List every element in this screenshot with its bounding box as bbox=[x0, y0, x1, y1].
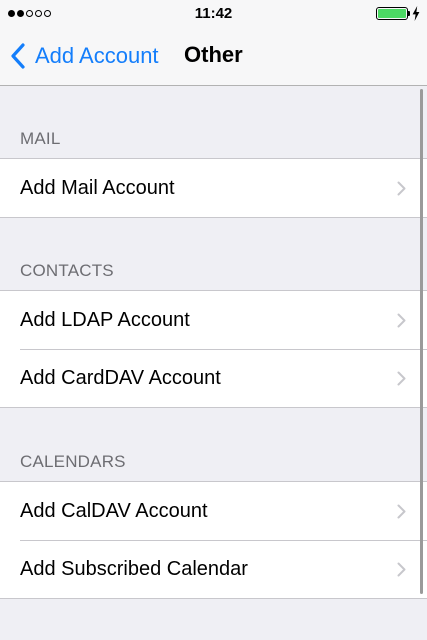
status-time: 11:42 bbox=[194, 5, 233, 22]
chevron-right-icon bbox=[397, 504, 406, 519]
chevron-right-icon bbox=[397, 562, 406, 577]
add-caldav-account-row[interactable]: Add CalDAV Account bbox=[0, 482, 427, 540]
top-bar: 11:42 Add Account Other bbox=[0, 0, 427, 86]
page-title: Other bbox=[184, 42, 243, 67]
chevron-right-icon bbox=[397, 181, 406, 196]
chevron-right-icon bbox=[397, 371, 406, 386]
section-header-mail: MAIL bbox=[20, 129, 61, 148]
chevron-left-icon bbox=[11, 43, 25, 69]
section-header-contacts: CONTACTS bbox=[20, 261, 114, 280]
add-carddav-account-row[interactable]: Add CardDAV Account bbox=[0, 349, 427, 407]
add-mail-account-row[interactable]: Add Mail Account bbox=[0, 159, 427, 217]
list-item-label: Add Subscribed Calendar bbox=[20, 558, 248, 580]
battery-icon bbox=[376, 7, 408, 20]
section-group-contacts: Add LDAP Account Add CardDAV Account bbox=[0, 290, 427, 408]
section-group-mail: Add Mail Account bbox=[0, 158, 427, 218]
list-item-label: Add CalDAV Account bbox=[20, 500, 208, 522]
chevron-right-icon bbox=[397, 313, 406, 328]
bolt-icon bbox=[412, 6, 420, 21]
section-header-calendars: CALENDARS bbox=[20, 452, 126, 471]
scrollbar[interactable] bbox=[420, 89, 423, 594]
list-item-label: Add CardDAV Account bbox=[20, 367, 221, 389]
back-button[interactable]: Add Account bbox=[10, 40, 159, 72]
list-item-label: Add LDAP Account bbox=[20, 309, 190, 331]
battery-nub bbox=[408, 11, 410, 16]
add-subscribed-calendar-row[interactable]: Add Subscribed Calendar bbox=[0, 540, 427, 598]
back-button-label: Add Account bbox=[35, 43, 159, 68]
battery-level-fill bbox=[378, 9, 406, 18]
status-bar: 11:42 bbox=[0, 0, 427, 28]
add-ldap-account-row[interactable]: Add LDAP Account bbox=[0, 291, 427, 349]
section-group-calendars: Add CalDAV Account Add Subscribed Calend… bbox=[0, 481, 427, 599]
settings-list[interactable]: MAIL Add Mail Account CONTACTS Add LDAP … bbox=[0, 86, 427, 640]
navigation-bar: Add Account Other bbox=[0, 28, 427, 85]
list-item-label: Add Mail Account bbox=[20, 177, 175, 199]
